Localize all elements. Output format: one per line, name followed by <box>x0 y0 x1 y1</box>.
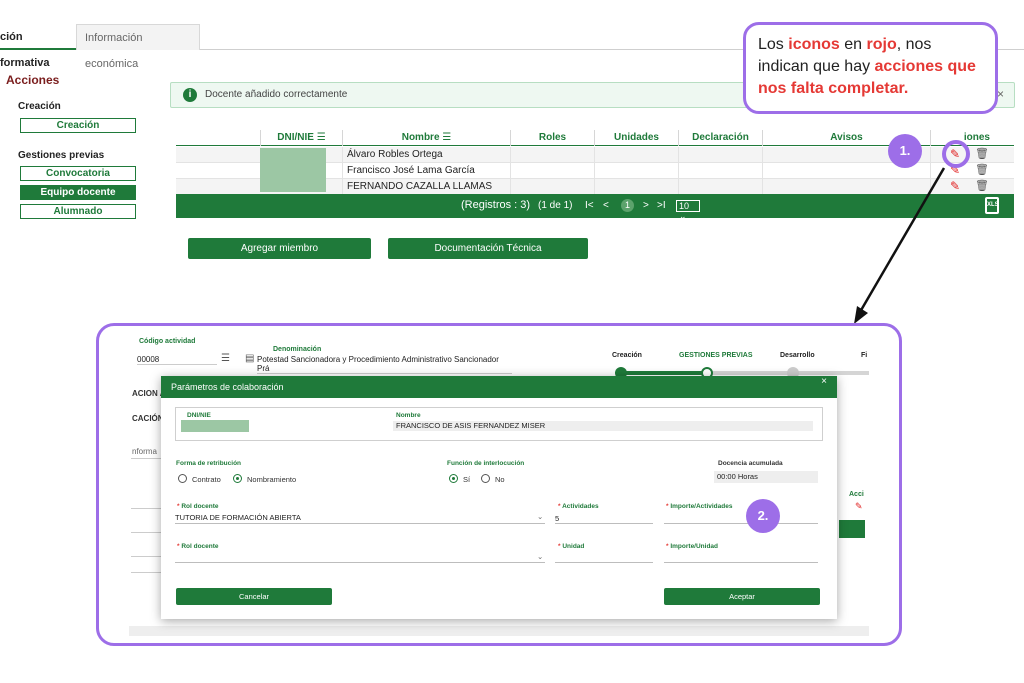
chevron-down-icon: ⌄ <box>679 211 687 221</box>
trash-icon[interactable]: 🗑 <box>975 179 989 192</box>
col-declaracion: Declaración <box>678 130 762 146</box>
radio-no-label: No <box>495 475 505 484</box>
close-icon[interactable]: × <box>821 376 827 387</box>
unidad-input[interactable] <box>555 562 653 563</box>
stage-creacion: Creación <box>612 352 642 359</box>
last-page-icon[interactable]: >I <box>657 200 666 211</box>
chevron-down-icon[interactable]: ⌄ <box>537 512 543 521</box>
nombre-value: FRANCISCO DE ASIS FERNANDEZ MISER <box>393 421 813 431</box>
registros-count: (Registros : 3) <box>461 199 531 211</box>
col-dni[interactable]: DNI/NIE ☰ <box>260 130 342 146</box>
page-indicator: (1 de 1) <box>538 200 573 211</box>
forma-retribucion-label: Forma de retribución <box>176 460 242 467</box>
documentacion-tecnica-button[interactable]: Documentación Técnica <box>388 238 588 259</box>
radio-si-label: Sí <box>463 475 471 484</box>
annotation-callout: Los iconos en rojo, nos indican que hay … <box>743 22 998 114</box>
close-icon[interactable]: × <box>997 87 1004 101</box>
importe-actividades-input[interactable] <box>664 523 818 524</box>
cancel-button[interactable]: Cancelar <box>176 588 332 605</box>
sidebar-item-alumnado[interactable]: Alumnado <box>20 204 136 219</box>
rol-docente-2-select[interactable] <box>175 562 545 563</box>
edit-pencil-icon[interactable]: ✎ <box>855 501 863 512</box>
importe-unidad-label: Importe/Unidad <box>670 543 719 550</box>
col-blank <box>176 130 260 146</box>
sidebar-section-creacion: Creación <box>18 101 61 112</box>
sidebar-item-equipo-docente[interactable]: Equipo docente <box>20 185 136 200</box>
denominacion-label: Denominación <box>273 346 322 353</box>
cell-nombre: Francisco José Lama García <box>342 163 510 179</box>
actividades-label: Actividades <box>562 503 599 510</box>
cell-nombre: FERNANDO CAZALLA LLAMAS <box>342 179 510 195</box>
stage-desarrollo: Desarrollo <box>780 352 815 359</box>
rol-docente-value[interactable]: TUTORIA DE FORMACIÓN ABIERTA <box>175 513 301 522</box>
unidad-label: Unidad <box>562 543 585 550</box>
filter-icon[interactable]: ☰ <box>442 132 451 143</box>
radio-contrato-label: Contrato <box>192 475 221 484</box>
tab-informacion-economica[interactable]: Información económica <box>76 24 200 70</box>
parametros-colaboracion-modal: Parámetros de colaboración × DNI/NIE Nom… <box>161 376 837 619</box>
col-unidades: Unidades <box>594 130 678 146</box>
funcion-interlocucion-label: Función de interlocución <box>447 460 525 467</box>
redacted-dni <box>260 148 326 192</box>
importe-unidad-input[interactable] <box>664 562 818 563</box>
first-page-icon[interactable]: I< <box>585 200 594 211</box>
filter-icon[interactable]: ☰ <box>317 132 326 143</box>
sidebar-title: Acciones <box>6 73 60 87</box>
sidebar-item-creacion[interactable]: Creación <box>20 118 136 133</box>
radio-contrato[interactable] <box>178 474 187 483</box>
cell-nombre: Álvaro Robles Ortega <box>342 147 510 163</box>
current-page[interactable]: 1 <box>621 199 634 212</box>
section-cut-3: nforma <box>132 447 157 456</box>
radio-no[interactable] <box>481 474 490 483</box>
codigo-label: Código actividad <box>139 338 196 345</box>
stage-gestiones: GESTIONES PREVIAS <box>679 352 753 359</box>
prev-page-icon[interactable]: < <box>603 200 609 211</box>
docencia-value: 00:00 Horas <box>714 471 818 483</box>
col-nombre[interactable]: Nombre ☰ <box>342 130 510 146</box>
chevron-down-icon[interactable]: ⌄ <box>537 552 543 561</box>
importe-actividades-label: Importe/Actividades <box>670 503 733 510</box>
sidebar-item-convocatoria[interactable]: Convocatoria <box>20 166 136 181</box>
stage-fin: Fi <box>861 352 868 359</box>
redacted-dni <box>181 420 249 432</box>
export-xls-icon[interactable]: XLS <box>985 197 999 214</box>
alert-message: Docente añadido correctamente <box>205 89 348 100</box>
book-icon[interactable]: ▤ <box>245 353 254 364</box>
sidebar-section-gestiones: Gestiones previas <box>18 150 105 161</box>
stage-progress <box>619 371 709 375</box>
codigo-value: 00008 <box>137 355 217 365</box>
page-size-select[interactable]: 10 ⌄ <box>676 200 700 221</box>
rol-docente-label: Rol docente <box>181 503 219 510</box>
next-page-icon[interactable]: > <box>643 200 649 211</box>
nombre-label: Nombre <box>396 412 421 419</box>
modal-title: Parámetros de colaboración <box>161 376 837 398</box>
tab-accion-formativa[interactable]: ción formativa <box>0 24 76 69</box>
radio-nombramiento[interactable] <box>233 474 242 483</box>
info-icon: i <box>183 88 197 102</box>
rol-docente-2-label: Rol docente <box>181 543 219 550</box>
denominacion-value: Potestad Sancionadora y Procedimiento Ad… <box>257 355 512 374</box>
list-icon[interactable]: ☰ <box>221 353 230 364</box>
radio-nombramiento-label: Nombramiento <box>247 475 297 484</box>
radio-si[interactable] <box>449 474 458 483</box>
trash-icon[interactable]: 🗑 <box>975 163 989 176</box>
arrow-annotation <box>854 167 946 324</box>
col-acciones: iones <box>930 130 1014 146</box>
step-badge-2: 2. <box>746 499 780 533</box>
docencia-label: Docencia acumulada <box>718 460 783 467</box>
agregar-miembro-button[interactable]: Agregar miembro <box>188 238 371 259</box>
col-roles: Roles <box>510 130 594 146</box>
accept-button[interactable]: Aceptar <box>664 588 820 605</box>
dni-label: DNI/NIE <box>187 412 211 419</box>
actividades-input[interactable]: 5 <box>555 514 559 523</box>
acciones-col-cut: Acci <box>849 491 864 498</box>
trash-icon[interactable]: 🗑 <box>975 147 989 160</box>
